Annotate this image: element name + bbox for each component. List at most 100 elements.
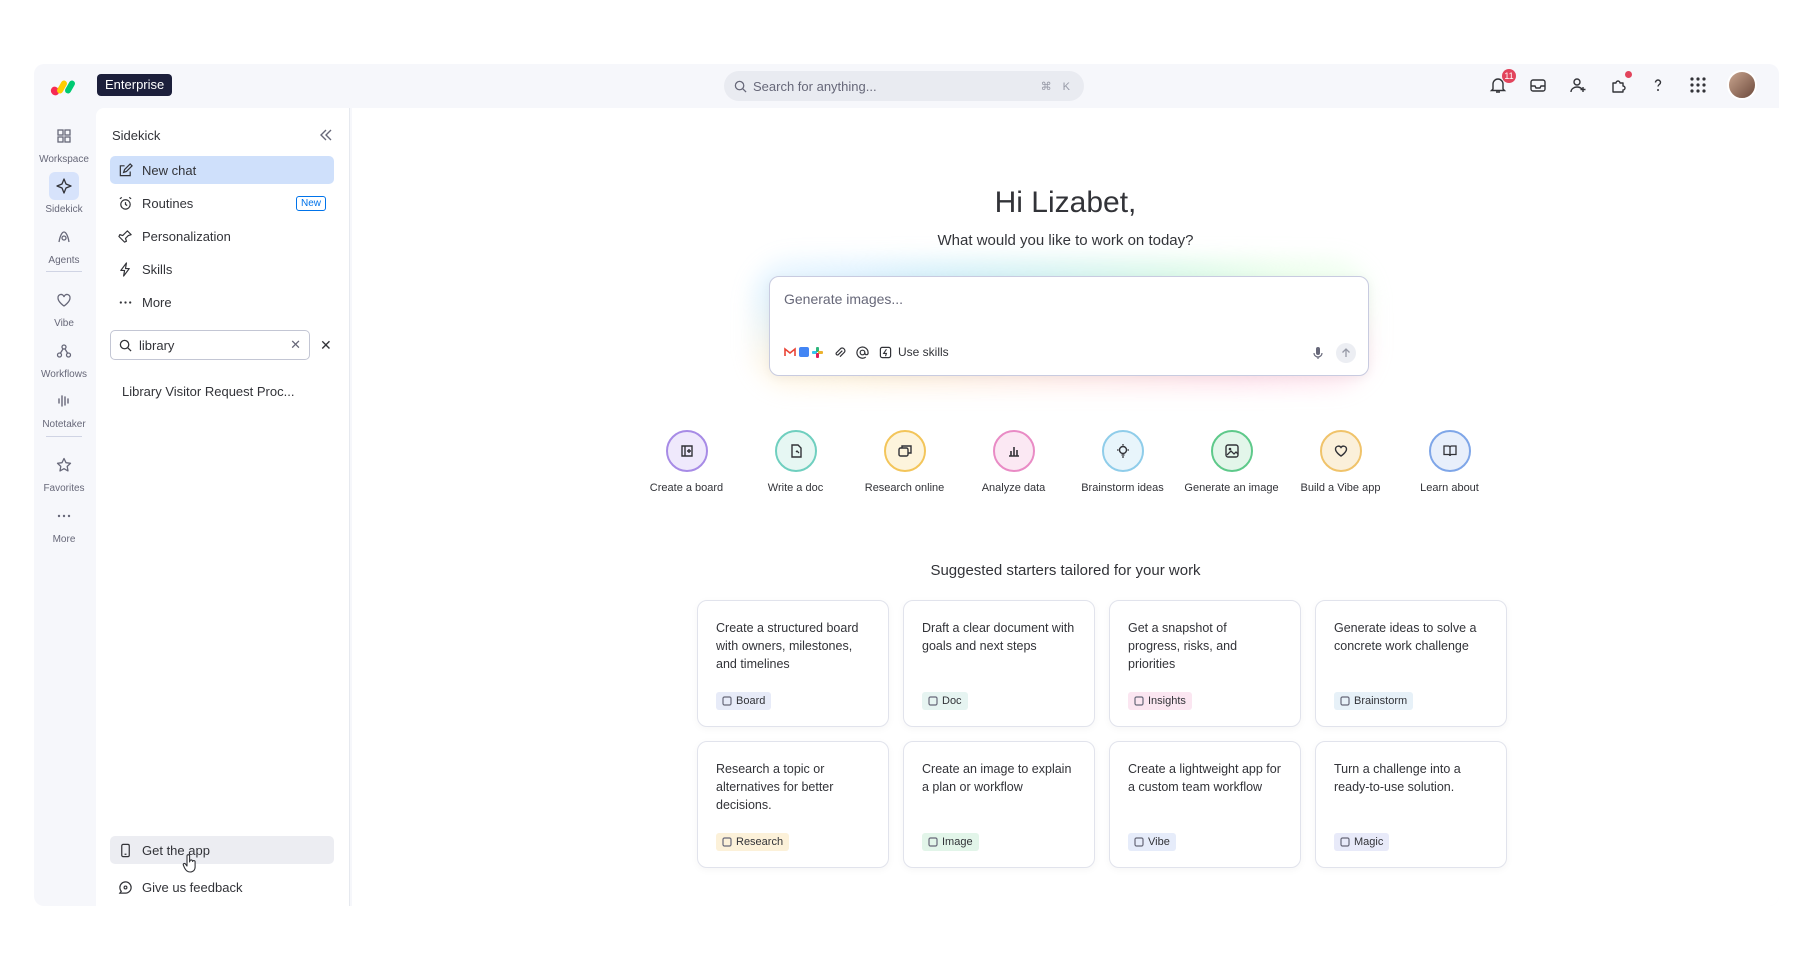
nav-item-routines[interactable]: Routines New [110, 189, 334, 217]
action-build-vibe-app[interactable]: Build a Vibe app [1286, 430, 1395, 494]
waveform-icon [58, 395, 69, 407]
app-switcher-button[interactable] [1687, 74, 1709, 96]
starter-card-tag-label: Image [942, 836, 973, 848]
research-icon [722, 837, 732, 847]
starter-card[interactable]: Create an image to explain a plan or wor… [903, 741, 1095, 868]
help-button[interactable] [1647, 74, 1669, 96]
doc-icon [928, 696, 938, 706]
edit-icon [119, 162, 133, 176]
microphone-icon[interactable] [1312, 346, 1324, 360]
rail-item-vibe[interactable]: Vibe [34, 286, 94, 329]
nav-item-new-chat[interactable]: New chat [110, 156, 334, 184]
nav-label: More [142, 294, 172, 310]
feedback-icon [118, 880, 132, 894]
search-result-item[interactable]: Library Visitor Request Proc... [122, 384, 294, 399]
board-icon [722, 696, 732, 706]
rail-item-notetaker[interactable]: Notetaker [34, 387, 94, 430]
pin-icon [118, 229, 132, 243]
action-write-doc[interactable]: Write a doc [741, 430, 850, 494]
rail-item-agents[interactable]: Agents [34, 223, 94, 266]
apps-marketplace-button[interactable] [1607, 71, 1632, 96]
rail-item-favorites[interactable]: Favorites [34, 451, 94, 494]
heart-icon [57, 293, 71, 307]
invite-members-button[interactable] [1567, 74, 1589, 96]
starter-card[interactable]: Create a structured board with owners, m… [697, 600, 889, 727]
enterprise-badge: Enterprise [97, 74, 173, 96]
heart-icon [1134, 837, 1144, 847]
attach-icon[interactable] [833, 346, 846, 359]
chat-search-value: library [139, 337, 175, 353]
sparkle-icon [56, 178, 72, 194]
give-feedback-button[interactable]: Give us feedback [110, 873, 334, 901]
starter-card[interactable]: Get a snapshot of progress, risks, and p… [1109, 600, 1301, 727]
starter-card[interactable]: Generate ideas to solve a concrete work … [1315, 600, 1507, 727]
starter-card[interactable]: Draft a clear document with goals and ne… [903, 600, 1095, 727]
rail-label: Agents [48, 255, 80, 266]
starter-card[interactable]: Create a lightweight app for a custom te… [1109, 741, 1301, 868]
rail-item-workspace[interactable]: Workspace [34, 122, 94, 165]
starters-heading: Suggested starters tailored for your wor… [930, 562, 1201, 579]
mention-icon[interactable] [856, 345, 869, 359]
starter-card[interactable]: Turn a challenge into a ready-to-use sol… [1315, 741, 1507, 868]
action-generate-image[interactable]: Generate an image [1177, 430, 1286, 494]
nav-label: New chat [142, 162, 197, 178]
starter-card-text: Research a topic or alternatives for bet… [716, 762, 834, 812]
starter-card-tag-label: Doc [942, 695, 962, 707]
starter-card-tag: Image [922, 833, 979, 851]
puzzle-icon [1612, 80, 1626, 93]
starter-card-tag-label: Research [736, 836, 784, 848]
starter-card-text: Turn a challenge into a ready-to-use sol… [1334, 762, 1461, 794]
rail-item-sidekick[interactable]: Sidekick [34, 172, 94, 215]
notifications-button[interactable]: 11 [1487, 69, 1516, 96]
lightbulb-icon [1340, 696, 1350, 706]
sidekick-panel: Sidekick New chat Routines New Personali… [96, 108, 350, 906]
inbox-button[interactable] [1527, 74, 1549, 96]
user-avatar[interactable] [1727, 70, 1757, 100]
monday-logo-icon[interactable] [50, 75, 80, 97]
action-learn-about[interactable]: Learn about [1395, 430, 1504, 494]
global-search-input[interactable]: Search for anything... ⌘ K [724, 71, 1084, 101]
alarm-clock-icon [119, 196, 132, 210]
nav-item-more[interactable]: More [110, 288, 334, 316]
action-label: Write a doc [767, 482, 824, 494]
close-search-icon[interactable]: ✕ [320, 337, 332, 354]
add-person-icon [1570, 78, 1586, 93]
starter-card-text: Create a lightweight app for a custom te… [1128, 762, 1281, 794]
rail-label: Workspace [39, 154, 89, 165]
notification-count-badge: 11 [1502, 69, 1516, 83]
clear-search-icon[interactable]: ✕ [290, 337, 301, 353]
action-label: Brainstorm ideas [1081, 482, 1164, 494]
app-window: Enterprise Search for anything... ⌘ K 11 [34, 64, 1779, 906]
chat-search-input[interactable]: library ✕ [110, 330, 310, 360]
use-skills-button[interactable]: Use skills [879, 345, 949, 359]
get-the-app-button[interactable]: Get the app [110, 836, 334, 873]
starter-card-tag: Vibe [1128, 833, 1176, 851]
action-brainstorm-ideas[interactable]: Brainstorm ideas [1068, 430, 1177, 494]
rail-label: More [52, 534, 76, 545]
collapse-panel-icon[interactable] [317, 126, 335, 144]
rail-item-more[interactable]: More [34, 502, 94, 545]
starter-card[interactable]: Research a topic or alternatives for bet… [697, 741, 889, 868]
rail-label: Workflows [41, 369, 87, 380]
action-create-board[interactable]: Create a board [632, 430, 741, 494]
action-analyze-data[interactable]: Analyze data [959, 430, 1068, 494]
lightbulb-icon [1101, 430, 1144, 472]
agent-icon [58, 231, 70, 243]
nav-item-personalization[interactable]: Personalization [110, 222, 334, 250]
cursor-hand-icon [182, 854, 196, 873]
nav-label: Skills [142, 261, 173, 277]
rail-label: Sidekick [45, 204, 83, 215]
rail-item-workflows[interactable]: Workflows [34, 337, 94, 380]
prompt-input[interactable]: Generate images... Use skills [769, 276, 1369, 376]
starter-card-tag: Insights [1128, 692, 1192, 710]
connected-apps-button[interactable] [784, 346, 823, 358]
action-research-online[interactable]: Research online [850, 430, 959, 494]
image-icon [928, 837, 938, 847]
greeting-heading: Hi Lizabet, [994, 186, 1137, 219]
nav-item-skills[interactable]: Skills [110, 255, 334, 283]
send-button[interactable] [1336, 343, 1356, 363]
phone-icon [121, 843, 130, 857]
search-icon [119, 339, 132, 352]
rail-label: Favorites [43, 483, 85, 494]
starter-card-text: Create an image to explain a plan or wor… [922, 762, 1072, 794]
